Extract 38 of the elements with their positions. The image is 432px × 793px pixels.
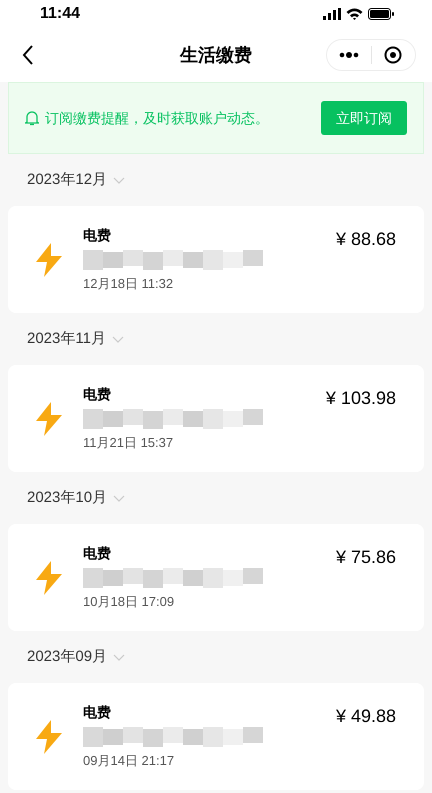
lightning-bolt-icon — [34, 720, 64, 754]
month-label: 2023年12月 — [27, 170, 108, 190]
bill-name: 电费 — [83, 703, 112, 722]
back-icon[interactable] — [22, 45, 34, 65]
wifi-icon — [346, 8, 363, 20]
month-label: 2023年10月 — [27, 488, 108, 508]
month-label: 2023年09月 — [27, 646, 108, 667]
caret-down-icon[interactable] — [113, 176, 126, 184]
banner-text: 订阅缴费提醒，及时获取账户动态。 — [45, 108, 269, 128]
bill-card[interactable]: 电费 10月18日 17:09 ¥ 75.86 — [8, 524, 424, 631]
bill-date: 10月18日 17:09 — [83, 593, 176, 612]
more-icon[interactable] — [338, 52, 359, 58]
bill-amount: ¥ 103.98 — [326, 387, 396, 410]
caret-down-icon[interactable] — [112, 336, 124, 342]
page-title: 生活缴费 — [180, 44, 252, 66]
bill-date: 09月14日 21:17 — [83, 752, 176, 770]
caret-down-icon[interactable] — [113, 494, 126, 502]
bill-card[interactable]: 电费 09月14日 21:17 ¥ 49.88 — [8, 683, 424, 790]
bill-amount: ¥ 75.86 — [336, 546, 396, 569]
lightning-bolt-icon — [34, 242, 64, 276]
bill-amount: ¥ 49.88 — [336, 705, 396, 728]
bill-card[interactable]: 电费 11月21日 15:37 ¥ 103.98 — [8, 365, 424, 472]
status-time: 11:44 — [40, 4, 80, 24]
bell-icon — [25, 110, 39, 126]
lightning-bolt-icon — [34, 402, 64, 436]
bill-name: 电费 — [83, 226, 112, 246]
bill-date: 12月18日 11:32 — [83, 275, 174, 294]
bill-card[interactable]: 电费 12月18日 11:32 ¥ 88.68 — [8, 206, 424, 313]
battery-icon — [368, 8, 394, 20]
month-label: 2023年11月 — [27, 328, 106, 349]
bill-amount: ¥ 88.68 — [336, 228, 396, 251]
caret-down-icon[interactable] — [113, 654, 126, 660]
bill-date: 11月21日 15:37 — [83, 434, 174, 452]
bill-name: 电费 — [83, 385, 112, 404]
lightning-bolt-icon — [34, 560, 64, 594]
signal-icon — [323, 8, 341, 20]
close-target-icon[interactable] — [384, 46, 402, 64]
bill-name: 电费 — [83, 544, 112, 564]
